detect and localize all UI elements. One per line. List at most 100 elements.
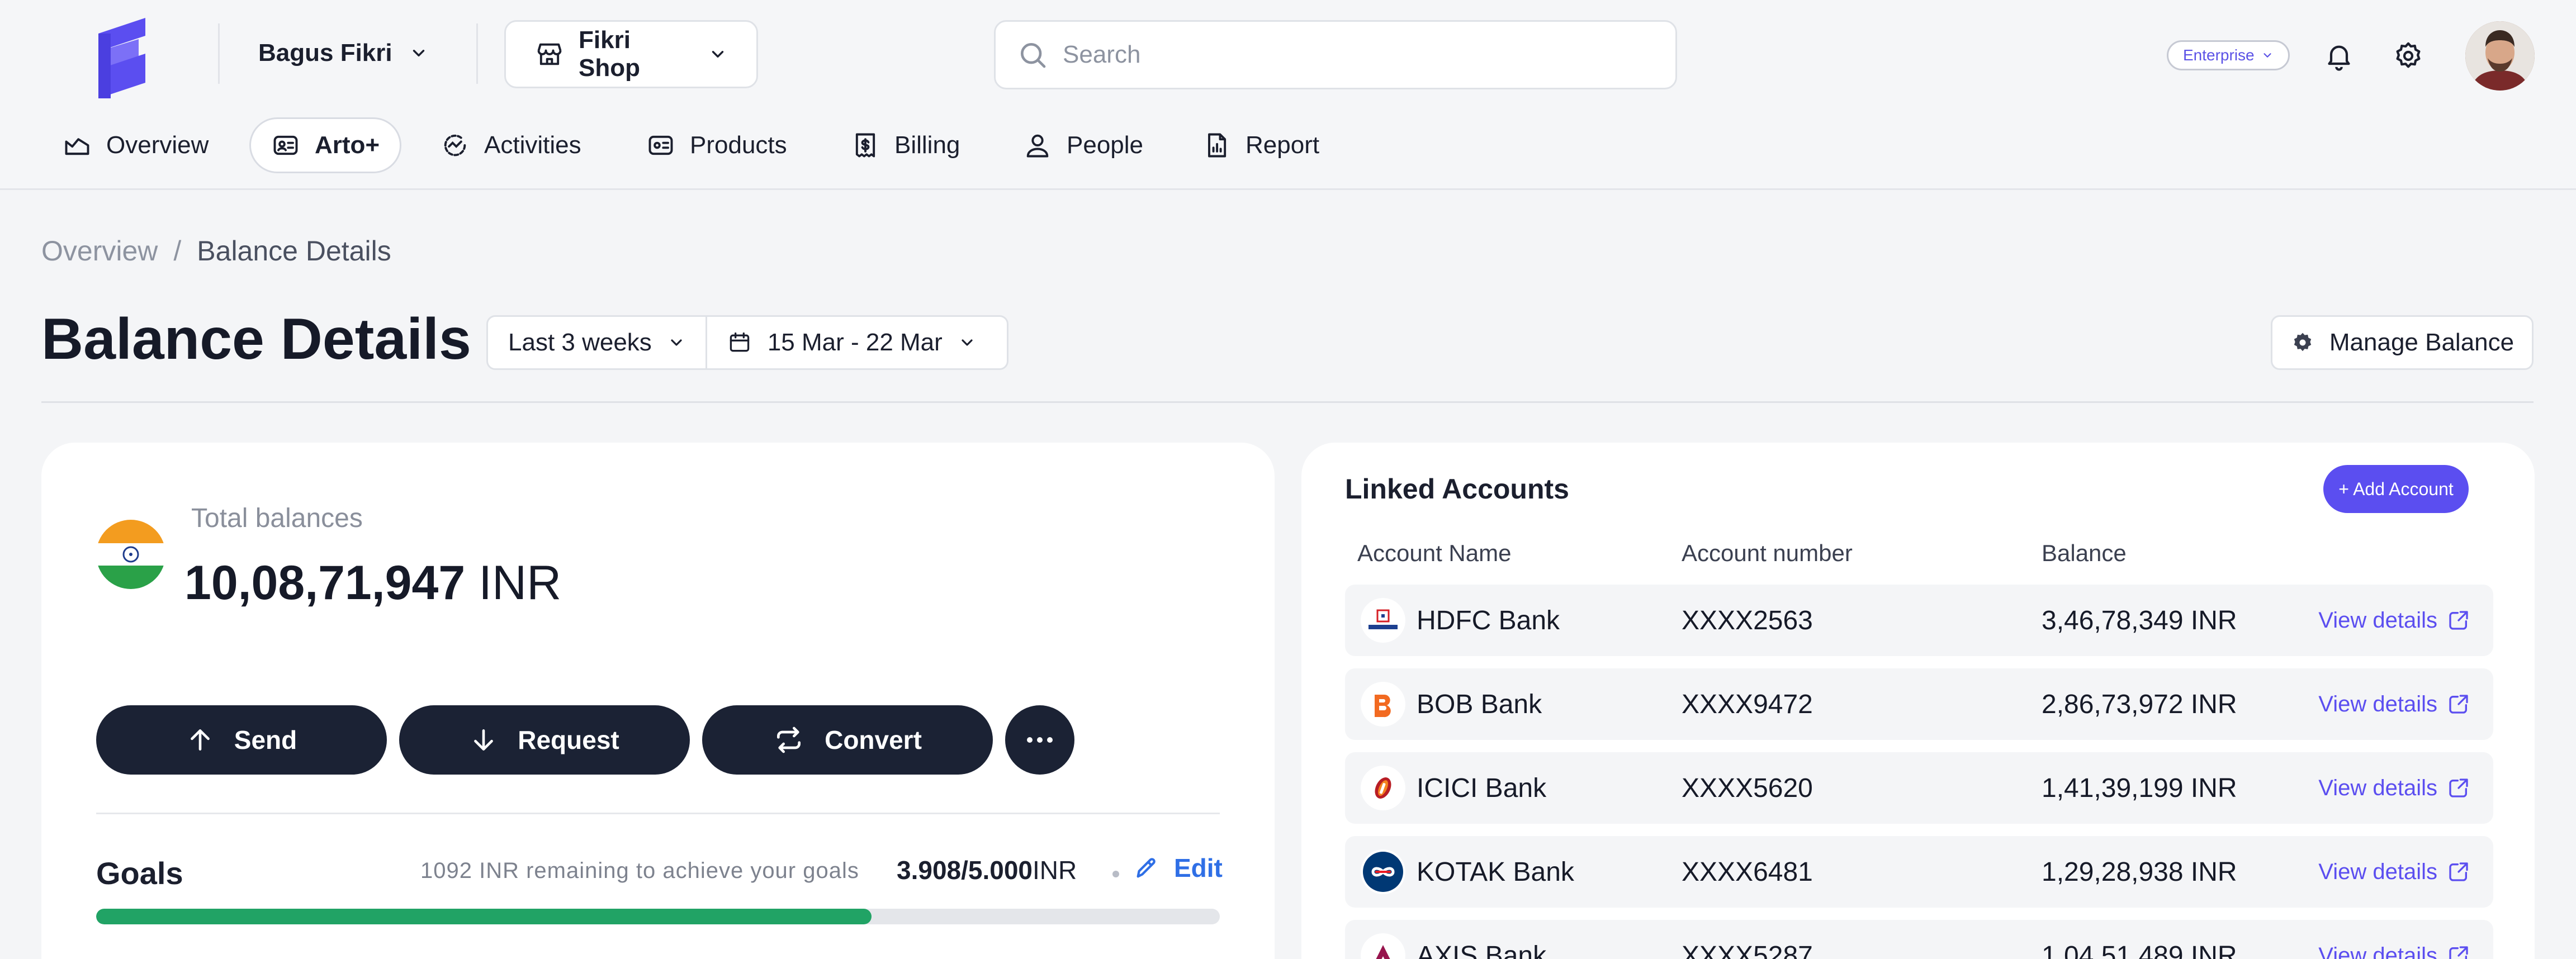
account-name: HDFC Bank bbox=[1417, 605, 1560, 635]
store-icon bbox=[535, 40, 564, 69]
bell-icon[interactable] bbox=[2323, 40, 2355, 72]
external-link-icon bbox=[2447, 944, 2470, 959]
view-details-link[interactable]: View details bbox=[2318, 585, 2470, 656]
plan-badge[interactable]: Enterprise bbox=[2167, 40, 2290, 70]
goals-progress-fill bbox=[96, 909, 872, 924]
icici-logo-icon bbox=[1361, 766, 1405, 810]
edit-label: Edit bbox=[1174, 853, 1223, 882]
page-title: Balance Details bbox=[41, 307, 471, 372]
account-balance: 2,86,73,972 INR bbox=[2042, 689, 2237, 719]
send-button[interactable]: Send bbox=[96, 705, 387, 775]
bob-logo-icon bbox=[1361, 682, 1405, 727]
nav-item-report[interactable]: Report bbox=[1202, 117, 1319, 173]
top-header: Bagus Fikri Fikri Shop Enterprise bbox=[0, 0, 2576, 190]
view-details-link[interactable]: View details bbox=[2318, 836, 2470, 908]
range-select[interactable]: Last 3 weeks bbox=[488, 317, 705, 368]
search-input[interactable] bbox=[1063, 41, 1622, 69]
nav-item-overview[interactable]: Overview bbox=[63, 117, 209, 173]
linked-accounts-title: Linked Accounts bbox=[1345, 473, 1569, 505]
axis-logo-icon bbox=[1361, 933, 1405, 959]
nav-label: People bbox=[1067, 131, 1144, 159]
separator-dot bbox=[1112, 871, 1119, 877]
external-link-icon bbox=[2447, 777, 2470, 799]
external-link-icon bbox=[2447, 861, 2470, 883]
account-balance: 1,41,39,199 INR bbox=[2042, 773, 2237, 803]
table-row[interactable]: BOB Bank XXXX9472 2,86,73,972 INR View d… bbox=[1345, 668, 2493, 740]
edit-goals-button[interactable]: Edit bbox=[1134, 853, 1223, 883]
breadcrumb-parent[interactable]: Overview bbox=[41, 235, 158, 267]
request-button[interactable]: Request bbox=[399, 705, 690, 775]
account-number: XXXX2563 bbox=[1682, 605, 1813, 635]
view-details-label: View details bbox=[2318, 943, 2437, 959]
chevron-down-icon bbox=[708, 45, 727, 64]
avatar[interactable] bbox=[2465, 21, 2535, 91]
date-range-label: 15 Mar - 22 Mar bbox=[767, 329, 943, 356]
card-divider bbox=[96, 813, 1220, 814]
view-details-label: View details bbox=[2318, 691, 2437, 716]
breadcrumb-current: Balance Details bbox=[197, 235, 391, 267]
shop-switcher[interactable]: Fikri Shop bbox=[504, 20, 758, 88]
account-number: XXXX5287 bbox=[1682, 941, 1813, 959]
search-bar[interactable] bbox=[994, 20, 1677, 89]
column-header-balance: Balance bbox=[2042, 540, 2127, 566]
view-details-link[interactable]: View details bbox=[2318, 752, 2470, 824]
breadcrumb-separator: / bbox=[173, 235, 182, 267]
column-header-account-number: Account number bbox=[1682, 540, 1853, 566]
kotak-logo-icon bbox=[1361, 849, 1405, 894]
brand-logo[interactable] bbox=[94, 17, 151, 99]
nav-item-billing[interactable]: Billing bbox=[851, 117, 960, 173]
chevron-down-icon bbox=[409, 44, 428, 63]
external-link-icon bbox=[2447, 609, 2470, 632]
card-id-icon bbox=[271, 131, 300, 160]
gear-icon bbox=[2290, 330, 2315, 355]
nav-item-products[interactable]: Products bbox=[646, 117, 787, 173]
pencil-icon bbox=[1134, 855, 1159, 881]
gear-icon[interactable] bbox=[2393, 40, 2424, 72]
range-label: Last 3 weeks bbox=[508, 329, 652, 356]
view-details-label: View details bbox=[2318, 607, 2437, 633]
column-header-account-name: Account Name bbox=[1357, 540, 1512, 566]
view-details-label: View details bbox=[2318, 859, 2437, 884]
user-name: Bagus Fikri bbox=[258, 39, 392, 67]
more-actions-button[interactable] bbox=[1005, 705, 1074, 775]
swap-icon bbox=[773, 724, 804, 756]
nav-item-activities[interactable]: Activities bbox=[441, 117, 581, 173]
breadcrumb: Overview / Balance Details bbox=[41, 235, 391, 267]
view-details-link[interactable]: View details bbox=[2318, 920, 2470, 959]
table-row[interactable]: ICICI Bank XXXX5620 1,41,39,199 INR View… bbox=[1345, 752, 2493, 824]
table-row[interactable]: HDFC Bank XXXX2563 3,46,78,349 INR View … bbox=[1345, 585, 2493, 656]
request-label: Request bbox=[518, 725, 619, 754]
goals-title: Goals bbox=[96, 856, 183, 891]
arrow-down-icon bbox=[470, 726, 498, 754]
goals-amount: 3.908/5.000INR bbox=[897, 855, 1077, 885]
date-filter-group: Last 3 weeks 15 Mar - 22 Mar bbox=[486, 315, 1008, 370]
account-balance: 1,04,51,489 INR bbox=[2042, 941, 2237, 959]
hdfc-logo-icon bbox=[1361, 598, 1405, 643]
product-box-icon bbox=[646, 131, 675, 160]
external-link-icon bbox=[2447, 693, 2470, 715]
nav-label: Overview bbox=[106, 131, 209, 159]
convert-button[interactable]: Convert bbox=[702, 705, 993, 775]
table-row[interactable]: KOTAK Bank XXXX6481 1,29,28,938 INR View… bbox=[1345, 836, 2493, 908]
account-balance: 3,46,78,349 INR bbox=[2042, 605, 2237, 635]
total-balance-currency: INR bbox=[479, 556, 562, 610]
account-number: XXXX9472 bbox=[1682, 689, 1813, 719]
header-divider bbox=[218, 23, 220, 84]
report-icon bbox=[1202, 131, 1231, 160]
india-flag-icon bbox=[96, 520, 165, 589]
add-account-button[interactable]: + Add Account bbox=[2323, 465, 2469, 513]
receipt-icon bbox=[851, 131, 880, 160]
calendar-icon bbox=[727, 330, 752, 355]
date-range-picker[interactable]: 15 Mar - 22 Mar bbox=[705, 317, 996, 368]
nav-item-people[interactable]: People bbox=[1023, 117, 1143, 173]
chart-area-icon bbox=[63, 131, 92, 160]
search-icon bbox=[1017, 39, 1048, 70]
arrow-up-icon bbox=[186, 726, 214, 754]
table-row[interactable]: AXIS Bank XXXX5287 1,04,51,489 INR View … bbox=[1345, 920, 2493, 959]
view-details-link[interactable]: View details bbox=[2318, 668, 2470, 740]
user-switcher[interactable]: Bagus Fikri bbox=[258, 32, 428, 74]
manage-balance-button[interactable]: Manage Balance bbox=[2271, 315, 2534, 370]
shop-name: Fikri Shop bbox=[579, 26, 640, 82]
section-divider bbox=[41, 401, 2534, 403]
nav-item-arto-plus[interactable]: Arto+ bbox=[249, 117, 402, 173]
